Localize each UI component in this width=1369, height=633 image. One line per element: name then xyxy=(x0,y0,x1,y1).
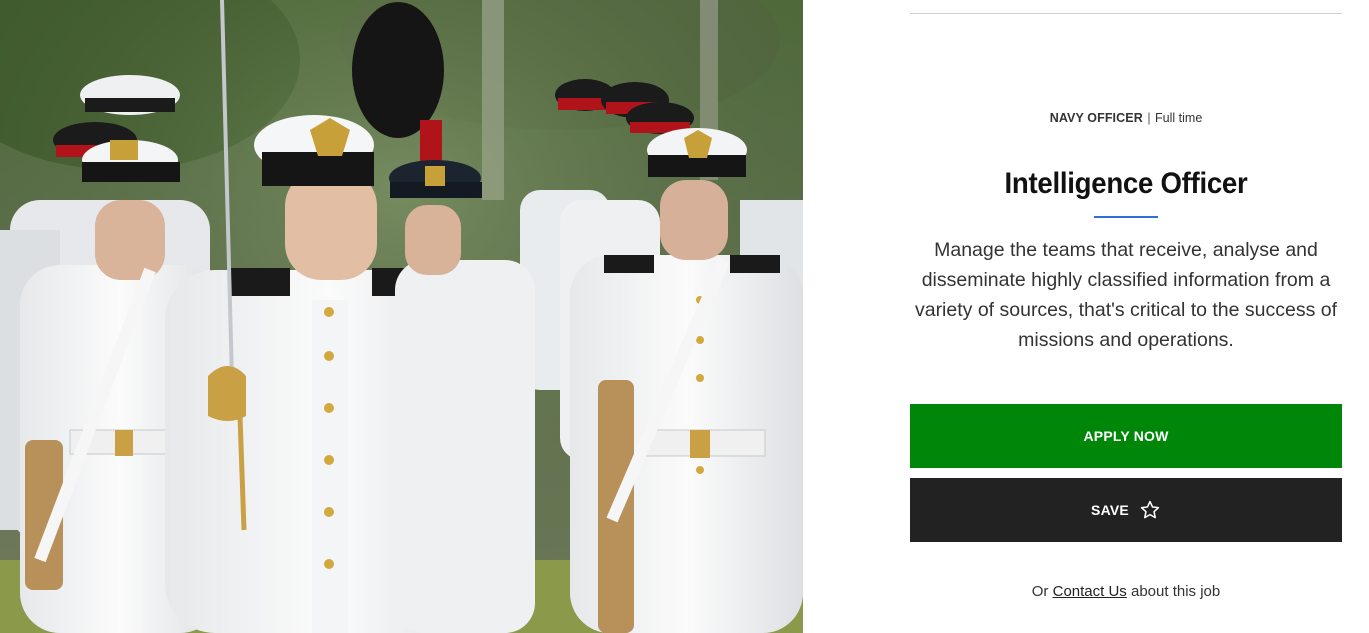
contact-line: Or Contact Us about this job xyxy=(910,583,1342,600)
apply-now-label: APPLY NOW xyxy=(1083,428,1169,444)
save-button-content: SAVE xyxy=(1091,499,1161,521)
star-outline-icon xyxy=(1139,499,1161,521)
hero-image xyxy=(0,0,803,633)
job-description: Manage the teams that receive, analyse a… xyxy=(914,239,1338,351)
top-divider xyxy=(910,13,1342,14)
apply-now-button[interactable]: APPLY NOW xyxy=(910,404,1342,468)
save-label: SAVE xyxy=(1091,502,1129,518)
save-button[interactable]: SAVE xyxy=(910,478,1342,542)
job-meta: NAVY OFFICER | Full time xyxy=(910,111,1342,125)
naval-officers-photo xyxy=(0,0,803,633)
job-role: NAVY OFFICER xyxy=(1049,111,1143,125)
employment-type: Full time xyxy=(1155,111,1203,125)
job-detail-panel: NAVY OFFICER | Full time Intelligence Of… xyxy=(803,0,1369,633)
contact-us-link[interactable]: Contact Us xyxy=(1053,583,1127,600)
contact-suffix: about this job xyxy=(1130,583,1221,600)
job-title: Intelligence Officer xyxy=(1004,167,1248,200)
title-underline xyxy=(1094,216,1158,218)
contact-prefix: Or xyxy=(1031,583,1049,600)
meta-separator: | xyxy=(1147,111,1151,125)
